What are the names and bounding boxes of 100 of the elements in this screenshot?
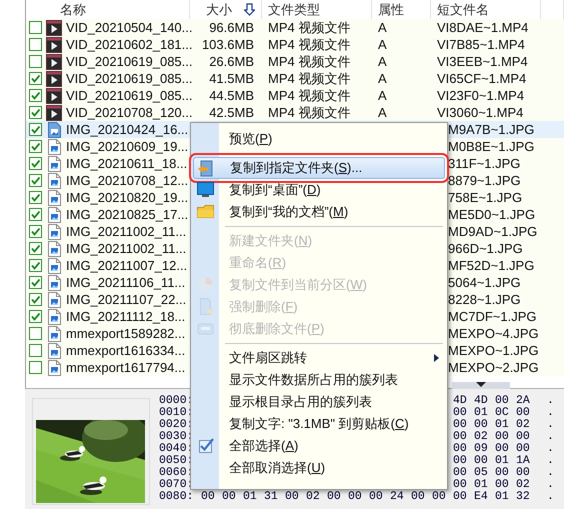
short-file-name: 5064~1.JPG	[448, 275, 521, 290]
hex-byte: 00	[453, 479, 468, 491]
file-attribute: A	[378, 20, 387, 35]
ascii-text: .	[547, 491, 554, 503]
hex-offset: 0020:	[159, 419, 195, 431]
hex-byte: 00	[201, 491, 216, 503]
hex-byte: 00	[474, 419, 489, 431]
hex-offset: 0030:	[159, 431, 195, 443]
hex-byte: 01	[495, 491, 510, 503]
hex-byte: 00	[516, 407, 531, 419]
file-attribute: A	[378, 71, 387, 86]
hex-byte: 00	[453, 455, 468, 467]
short-file-name: 8228~1.JPG	[448, 292, 521, 307]
file-attribute: A	[378, 105, 387, 120]
hex-byte: 00	[495, 479, 510, 491]
hex-byte: 00	[411, 491, 426, 503]
short-file-name: MD9AD~1.JPG	[448, 224, 538, 239]
file-name: IMG_20210820_19...	[66, 189, 188, 206]
hex-byte: 1A	[516, 455, 531, 467]
hex-byte: 00	[453, 467, 468, 479]
ascii-text: .	[547, 407, 554, 419]
hex-byte: 01	[495, 419, 510, 431]
hex-byte: 4D	[453, 395, 468, 407]
file-name: IMG_20211002_11...	[66, 223, 186, 240]
file-name: IMG_20210825_17...	[66, 206, 188, 223]
file-type: MP4 视频文件	[268, 105, 350, 120]
ascii-text: .	[547, 395, 554, 407]
short-file-name: 311F~1.JPG	[448, 156, 520, 171]
short-file-name: MEXPO~4.JPG	[448, 326, 539, 341]
short-file-name: VI65CF~1.MP4	[437, 71, 526, 86]
hex-offset: 0080:	[159, 491, 195, 503]
file-size: 26.6MB	[209, 54, 254, 69]
hex-offset: 0040:	[159, 443, 195, 455]
hex-byte: 24	[390, 491, 405, 503]
file-name: IMG_20210611_18...	[66, 155, 188, 172]
short-file-name: MEXPO~1.JPG	[448, 343, 539, 358]
file-size: 42.5MB	[209, 105, 254, 120]
short-file-name: VI23F0~1.MP4	[437, 88, 524, 103]
ascii-text: .	[547, 431, 554, 443]
short-file-name: VI3EEB~1.MP4	[437, 54, 528, 69]
file-type: MP4 视频文件	[268, 20, 350, 35]
hex-byte: 32	[516, 491, 531, 503]
file-name: VID_20210619_085...	[66, 53, 192, 70]
hex-byte: 00	[348, 491, 363, 503]
file-size: 96.6MB	[209, 20, 254, 35]
short-file-name: MC7DF~1.JPG	[448, 309, 536, 324]
hex-offset: 0050:	[159, 455, 195, 467]
ascii-text: .	[547, 419, 554, 431]
ascii-text: .	[547, 455, 554, 467]
hex-byte: 0C	[495, 407, 510, 419]
hex-byte: 00	[516, 443, 531, 455]
file-name: mmexport1589282...	[66, 325, 186, 342]
short-file-name: VI7B85~1.MP4	[437, 37, 525, 52]
hex-byte: E4	[474, 491, 489, 503]
hex-byte: 00	[495, 443, 510, 455]
file-attribute: A	[378, 54, 387, 69]
file-name: IMG_20211106_11...	[66, 274, 186, 291]
hex-offset: 0010:	[159, 407, 195, 419]
hex-offset: 0060:	[159, 467, 195, 479]
file-name: VID_20210504_140...	[66, 19, 192, 36]
hex-byte: 00	[369, 491, 384, 503]
hex-byte: 00	[516, 431, 531, 443]
hex-byte: 01	[474, 479, 489, 491]
hex-byte: 02	[516, 419, 531, 431]
ascii-text: .	[547, 443, 554, 455]
file-name: VID_20210708_120...	[66, 104, 192, 121]
hex-byte: 02	[474, 431, 489, 443]
file-attribute: A	[378, 88, 387, 103]
hex-byte: 01	[243, 491, 258, 503]
hex-byte: 02	[516, 479, 531, 491]
hex-byte: 00	[474, 455, 489, 467]
hex-byte: 00	[222, 491, 237, 503]
short-file-name: ME5D0~1.JPG	[448, 207, 536, 222]
short-file-name: 966D~1.JPG	[448, 241, 523, 256]
file-name: IMG_20211107_22...	[66, 291, 186, 308]
hex-byte: 09	[474, 443, 489, 455]
hex-byte: 01	[495, 455, 510, 467]
short-file-name: 8879~1.JPG	[448, 173, 521, 188]
short-file-name: MF52D~1.JPG	[448, 258, 534, 273]
file-type: MP4 视频文件	[268, 37, 350, 52]
short-file-name: VI3060~1.MP4	[437, 105, 524, 120]
hex-byte: 01	[474, 407, 489, 419]
file-name: VID_20210602_181...	[66, 36, 192, 53]
short-file-name: M0B8E~1.JPG	[448, 139, 534, 154]
hex-byte: 4D	[474, 395, 489, 407]
ascii-text: .	[547, 467, 554, 479]
file-name: IMG_20210609_19...	[66, 138, 188, 155]
file-type: MP4 视频文件	[268, 54, 350, 69]
file-size: 41.5MB	[209, 71, 254, 86]
hex-byte: 00	[453, 431, 468, 443]
short-file-name: MEXPO~2.JPG	[448, 360, 539, 375]
file-name: IMG_20210424_16...	[66, 121, 188, 138]
hex-byte: 00	[495, 431, 510, 443]
hex-offset: 0070:	[159, 479, 195, 491]
file-attribute: A	[378, 37, 387, 52]
hex-offset: 0000:	[159, 395, 195, 407]
hex-byte: 00	[453, 419, 468, 431]
file-type: MP4 视频文件	[268, 88, 350, 103]
hex-byte: 00	[495, 467, 510, 479]
short-file-name: VI8DAE~1.MP4	[437, 20, 528, 35]
